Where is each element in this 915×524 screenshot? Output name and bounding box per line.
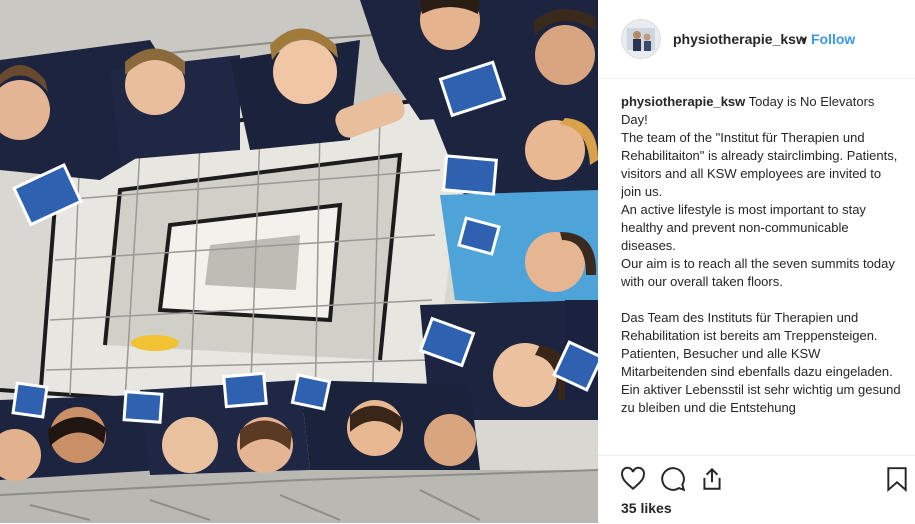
bookmark-icon[interactable] — [885, 466, 909, 497]
likes-count[interactable]: 35 likes — [621, 500, 672, 516]
post-side-panel: physiotherapie_ksw • Follow physiotherap… — [598, 0, 915, 523]
avatar-image — [622, 20, 660, 58]
separator-dot: • — [801, 31, 806, 47]
caption-username-link[interactable]: physiotherapie_ksw — [621, 94, 745, 109]
profile-username-link[interactable]: physiotherapie_ksw — [673, 31, 807, 47]
post-photo[interactable] — [0, 0, 598, 523]
post-caption: physiotherapie_ksw Today is No Elevators… — [621, 93, 901, 449]
follow-button[interactable]: Follow — [811, 31, 855, 47]
avatar[interactable] — [621, 19, 661, 59]
post-actions: 35 likes — [598, 455, 915, 524]
comment-bubble-icon[interactable] — [660, 466, 686, 497]
post-header: physiotherapie_ksw • Follow — [598, 0, 915, 79]
stairwell-group-photo — [0, 0, 598, 523]
caption-text: Today is No Elevators Day! The team of t… — [621, 94, 901, 415]
share-icon[interactable] — [699, 466, 725, 497]
heart-icon[interactable] — [620, 466, 646, 497]
